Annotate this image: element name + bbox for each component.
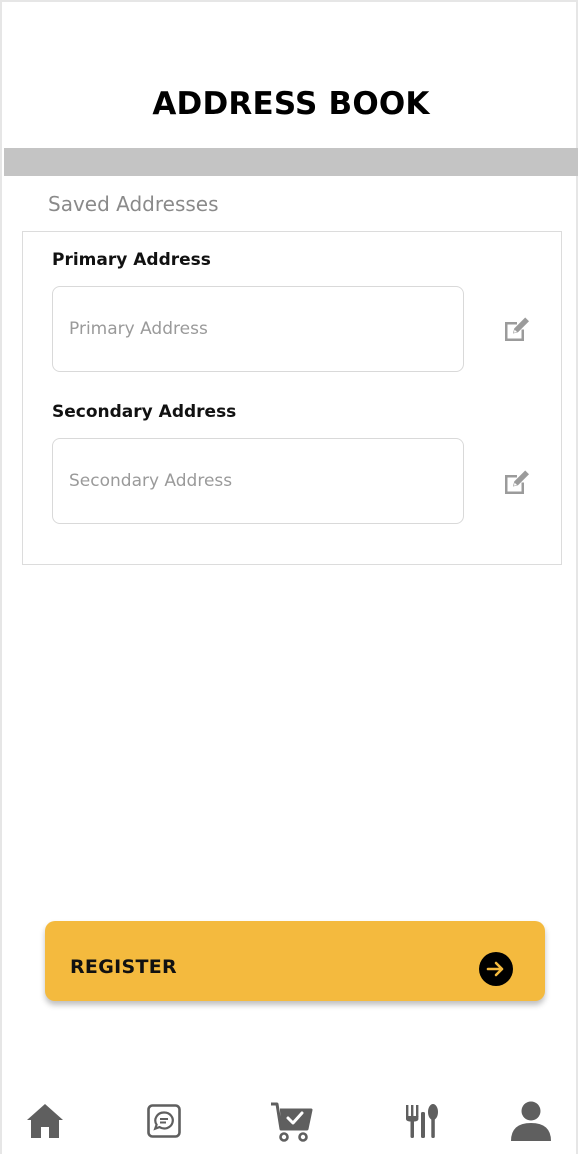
- edit-icon: [505, 317, 529, 341]
- register-button-label: REGISTER: [70, 956, 177, 978]
- home-icon: [27, 1104, 63, 1138]
- secondary-address-label: Secondary Address: [52, 402, 237, 422]
- nav-chat[interactable]: [141, 1098, 187, 1144]
- bottom-navigation: [2, 1092, 578, 1154]
- nav-home[interactable]: [22, 1098, 68, 1144]
- restaurant-icon: [406, 1104, 438, 1138]
- page-title: ADDRESS BOOK: [152, 86, 430, 122]
- edit-secondary-address-button[interactable]: [500, 465, 534, 499]
- saved-addresses-label: Saved Addresses: [48, 192, 219, 216]
- nav-profile[interactable]: [508, 1098, 554, 1144]
- edit-primary-address-button[interactable]: [500, 312, 534, 346]
- secondary-address-input[interactable]: [52, 438, 464, 524]
- address-card: Primary Address Secondary Address: [22, 231, 562, 565]
- cart-check-icon: [271, 1102, 313, 1142]
- chat-icon: [147, 1104, 181, 1138]
- register-button[interactable]: REGISTER: [45, 921, 545, 1001]
- app-screen: ADDRESS BOOK Saved Addresses Primary Add…: [0, 0, 578, 1154]
- nav-cart[interactable]: [268, 1098, 314, 1144]
- primary-address-input[interactable]: [52, 286, 464, 372]
- profile-icon: [511, 1101, 551, 1141]
- edit-icon: [505, 470, 529, 494]
- header-divider-bar: [4, 148, 578, 176]
- arrow-right-circle-icon: [479, 952, 513, 986]
- nav-menu[interactable]: [398, 1098, 444, 1144]
- primary-address-label: Primary Address: [52, 250, 211, 270]
